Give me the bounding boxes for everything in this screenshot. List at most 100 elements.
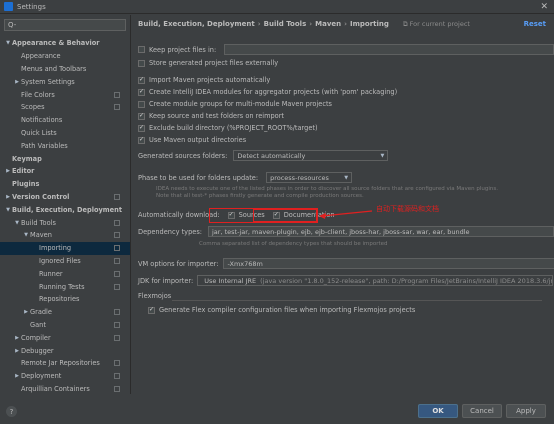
create-groups-label: Create module groups for multi-module Ma… — [149, 100, 332, 108]
sidebar-item-notifications[interactable]: Notifications — [0, 114, 130, 127]
breadcrumb-part: Importing — [350, 20, 389, 28]
sidebar-item-label: Scopes — [21, 103, 45, 112]
section-divider — [172, 300, 542, 301]
sidebar-item-label: Version Control — [12, 192, 70, 201]
sidebar-item-ignored-files[interactable]: Ignored Files — [0, 255, 130, 268]
chevron-down-icon: ▼ — [380, 152, 385, 159]
sidebar-item-scopes[interactable]: Scopes — [0, 101, 130, 114]
sidebar-item-quick-lists[interactable]: Quick Lists — [0, 127, 130, 140]
chevron-right-icon[interactable]: ▶ — [13, 335, 21, 341]
store-generated-row: Store generated project files externally — [138, 59, 278, 67]
jdk-value: Use Internal JRE — [204, 276, 257, 285]
create-groups-row: Create module groups for multi-module Ma… — [138, 100, 332, 108]
generated-sources-value: Detect automatically — [237, 151, 306, 160]
sidebar-item-repositories[interactable]: Repositories — [0, 293, 130, 306]
chevron-right-icon[interactable]: ▶ — [4, 194, 12, 200]
sidebar-item-system-settings[interactable]: ▶ System Settings — [0, 75, 130, 88]
vm-options-row: VM options for importer: -Xmx768m — [138, 258, 554, 269]
reset-link[interactable]: Reset — [524, 20, 546, 28]
sidebar-item-debugger[interactable]: ▶ Debugger — [0, 344, 130, 357]
chevron-down-icon[interactable]: ▼ — [4, 40, 12, 46]
settings-main-panel: Build, Execution, Deployment › Build Too… — [132, 15, 554, 394]
chevron-right-icon[interactable]: ▶ — [13, 79, 21, 85]
create-modules-checkbox[interactable]: ✓ — [138, 88, 145, 96]
jdk-label: JDK for importer: — [138, 276, 194, 285]
flex-generate-checkbox[interactable]: ✓ — [148, 306, 155, 314]
dependency-types-row: Dependency types: jar, test-jar, maven-p… — [138, 226, 554, 237]
sidebar-item-gant[interactable]: Gant — [0, 319, 130, 332]
sidebar-item-running-tests[interactable]: Running Tests — [0, 280, 130, 293]
apply-button[interactable]: Apply — [506, 404, 546, 418]
cancel-button[interactable]: Cancel — [462, 404, 502, 418]
sidebar-item-importing[interactable]: Importing — [0, 241, 130, 255]
sidebar-item-appearance[interactable]: Appearance — [0, 50, 130, 63]
vm-options-input[interactable]: -Xmx768m — [223, 258, 554, 269]
close-icon[interactable]: ✕ — [540, 1, 548, 13]
project-scope-icon — [114, 321, 120, 328]
ok-button[interactable]: OK — [418, 404, 458, 418]
chevron-right-icon[interactable]: ▶ — [4, 168, 12, 174]
phase-value: process-resources — [270, 173, 329, 182]
keep-source-checkbox[interactable]: ✓ — [138, 112, 145, 120]
project-scope-icon — [114, 91, 120, 98]
flexmojos-label: Flexmojos — [138, 292, 172, 300]
use-output-checkbox[interactable]: ✓ — [138, 136, 145, 144]
chevron-down-icon[interactable]: ▼ — [4, 207, 12, 213]
sidebar-item-runner[interactable]: Runner — [0, 267, 130, 280]
use-output-label: Use Maven output directories — [149, 136, 247, 144]
project-scope-icon — [114, 360, 120, 367]
help-button[interactable]: ? — [6, 406, 17, 417]
sidebar-item-compiler[interactable]: ▶ Compiler — [0, 331, 130, 344]
chevron-right-icon[interactable]: ▶ — [22, 309, 30, 315]
keep-source-row: ✓ Keep source and test folders on reimpo… — [138, 112, 284, 120]
breadcrumb-part: Build, Execution, Deployment — [138, 20, 255, 28]
phase-select[interactable]: process-resources ▼ — [266, 172, 353, 183]
sidebar-item-menus-and-toolbars[interactable]: Menus and Toolbars — [0, 63, 130, 76]
sidebar-item-maven[interactable]: ▼ Maven — [0, 229, 130, 242]
sidebar-item-label: Gant — [30, 320, 46, 329]
sidebar-item-deployment[interactable]: ▶ Deployment — [0, 370, 130, 383]
title-bar: Settings ✕ — [0, 0, 554, 14]
chevron-down-icon[interactable]: ▼ — [13, 220, 21, 226]
keep-project-files-checkbox[interactable] — [138, 46, 145, 53]
sidebar-item-label: Keymap — [12, 154, 42, 163]
sidebar-item-gradle[interactable]: ▶ Gradle — [0, 306, 130, 319]
sidebar-item-plugins[interactable]: Plugins — [0, 178, 130, 191]
sidebar-item-keymap[interactable]: Keymap — [0, 152, 130, 165]
sidebar-item-editor[interactable]: ▶ Editor — [0, 165, 130, 178]
sidebar-item-label: Debugger — [21, 346, 54, 355]
sidebar-item-label: Remote Jar Repositories — [21, 359, 100, 368]
sidebar-item-version-control[interactable]: ▶ Version Control — [0, 191, 130, 204]
create-groups-checkbox[interactable] — [138, 100, 145, 108]
sidebar-item-build-execution-deployment[interactable]: ▼ Build, Execution, Deployment — [0, 203, 130, 216]
exclude-build-label: Exclude build directory (%PROJECT_ROOT%/… — [149, 124, 318, 132]
store-generated-checkbox[interactable] — [138, 59, 145, 67]
sidebar-item-label: Appearance — [21, 52, 61, 61]
generated-sources-select[interactable]: Detect automatically ▼ — [233, 150, 389, 161]
sidebar-item-label: Editor — [12, 167, 35, 176]
breadcrumb-separator: › — [257, 20, 261, 28]
sidebar-item-path-variables[interactable]: Path Variables — [0, 139, 130, 152]
jdk-select[interactable]: Use Internal JRE (java version "1.8.0_15… — [197, 275, 554, 286]
project-scope-icon — [114, 373, 120, 380]
sidebar-item-file-colors[interactable]: File Colors — [0, 88, 130, 101]
chevron-down-icon[interactable]: ▼ — [22, 232, 30, 238]
sidebar-item-remote-jar-repositories[interactable]: Remote Jar Repositories — [0, 357, 130, 370]
import-auto-checkbox[interactable]: ✓ — [138, 76, 145, 84]
exclude-build-checkbox[interactable]: ✓ — [138, 124, 145, 132]
arrow-icon — [319, 210, 373, 219]
sidebar-item-label: Build Tools — [21, 218, 56, 227]
sidebar-item-label: System Settings — [21, 77, 75, 86]
search-input[interactable]: Q- — [4, 19, 126, 31]
chevron-right-icon[interactable]: ▶ — [13, 348, 21, 354]
sidebar-item-label: Build, Execution, Deployment — [12, 205, 122, 214]
dependency-types-input[interactable]: jar, test-jar, maven-plugin, ejb, ejb-cl… — [208, 226, 554, 237]
window-title: Settings — [17, 2, 46, 11]
keep-project-files-path[interactable] — [224, 44, 554, 55]
highlight-box-inner — [253, 209, 317, 222]
dialog-footer: ? OK Cancel Apply — [0, 394, 554, 424]
chevron-right-icon[interactable]: ▶ — [13, 373, 21, 379]
flex-generate-row: ✓ Generate Flex compiler configuration f… — [148, 306, 415, 314]
sidebar-item-appearance-behavior[interactable]: ▼ Appearance & Behavior — [0, 37, 130, 50]
sidebar-item-build-tools[interactable]: ▼ Build Tools — [0, 216, 130, 229]
